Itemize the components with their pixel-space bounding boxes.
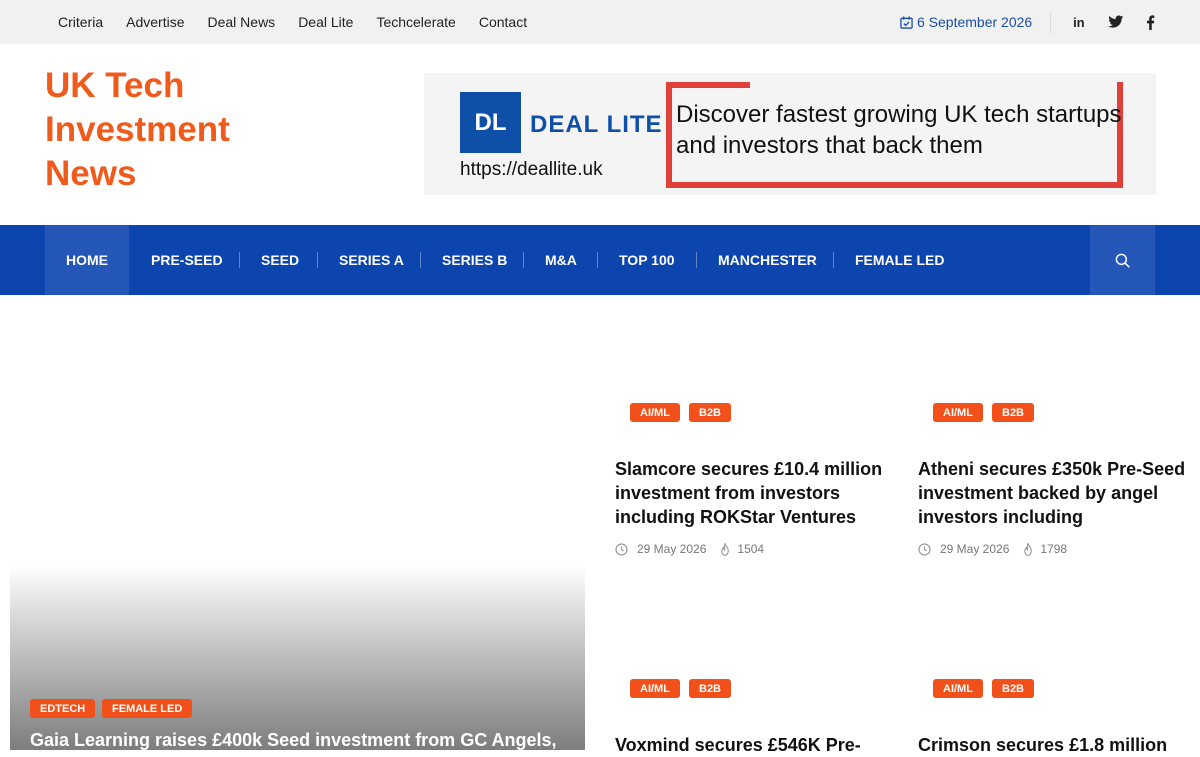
top-nav-advertise[interactable]: Advertise bbox=[126, 14, 184, 30]
top-nav: Criteria Advertise Deal News Deal Lite T… bbox=[58, 0, 550, 44]
nav-home[interactable]: HOME bbox=[45, 225, 129, 295]
linkedin-icon[interactable]: in bbox=[1070, 0, 1090, 44]
article-tag-ai-ml[interactable]: AI/ML bbox=[630, 679, 680, 698]
banner-frame-top bbox=[666, 82, 750, 88]
top-bar: Criteria Advertise Deal News Deal Lite T… bbox=[0, 0, 1200, 44]
main-nav: HOME PRE-SEED SEED SERIES A SERIES B M&A… bbox=[0, 225, 1200, 295]
nav-separator bbox=[597, 252, 598, 268]
featured-tag-female-led[interactable]: FEMALE LED bbox=[102, 699, 193, 718]
article-meta: 29 May 2026 1504 bbox=[615, 541, 764, 557]
featured-article-title[interactable]: Gaia Learning raises £400k Seed investme… bbox=[30, 730, 590, 751]
article-date: 29 May 2026 bbox=[637, 542, 707, 556]
article-tag-b2b[interactable]: B2B bbox=[689, 679, 732, 698]
nav-separator bbox=[317, 252, 318, 268]
flame-icon bbox=[721, 542, 730, 556]
current-date: 6 September 2026 bbox=[900, 0, 1032, 44]
nav-separator bbox=[696, 252, 697, 268]
clock-icon bbox=[918, 542, 931, 556]
banner-tagline: Discover fastest growing UK tech startup… bbox=[676, 101, 1122, 159]
flame-icon bbox=[1024, 542, 1033, 556]
article-tag-ai-ml[interactable]: AI/ML bbox=[933, 403, 983, 422]
nav-female-led[interactable]: FEMALE LED bbox=[855, 225, 944, 295]
featured-article-image[interactable] bbox=[10, 565, 585, 750]
calendar-icon bbox=[900, 15, 913, 29]
article-tag-ai-ml[interactable]: AI/ML bbox=[630, 403, 680, 422]
search-button[interactable] bbox=[1090, 225, 1155, 295]
article-date: 29 May 2026 bbox=[940, 542, 1010, 556]
nav-m-and-a[interactable]: M&A bbox=[545, 225, 577, 295]
deal-lite-url: https://deallite.uk bbox=[460, 159, 603, 180]
deal-lite-logo-name: DEAL LITE bbox=[530, 111, 663, 138]
top-nav-contact[interactable]: Contact bbox=[479, 14, 527, 30]
top-nav-deal-news[interactable]: Deal News bbox=[207, 14, 275, 30]
article-tag-ai-ml[interactable]: AI/ML bbox=[933, 679, 983, 698]
article-title[interactable]: Atheni secures £350k Pre-Seed investment… bbox=[918, 457, 1188, 529]
nav-separator bbox=[523, 252, 524, 268]
twitter-icon[interactable] bbox=[1106, 0, 1126, 44]
svg-text:in: in bbox=[1073, 16, 1085, 29]
date-text: 6 September 2026 bbox=[917, 14, 1033, 30]
article-tag-b2b[interactable]: B2B bbox=[689, 403, 732, 422]
article-title[interactable]: Slamcore secures £10.4 million investmen… bbox=[615, 457, 885, 529]
article-tag-b2b[interactable]: B2B bbox=[992, 679, 1035, 698]
article-views: 1504 bbox=[737, 542, 765, 556]
nav-pre-seed[interactable]: PRE-SEED bbox=[151, 225, 223, 295]
nav-top-100[interactable]: TOP 100 bbox=[619, 225, 675, 295]
nav-separator bbox=[420, 252, 421, 268]
search-icon bbox=[1115, 253, 1130, 268]
featured-tag-edtech[interactable]: EDTECH bbox=[30, 699, 96, 718]
nav-series-b[interactable]: SERIES B bbox=[442, 225, 507, 295]
top-divider bbox=[1050, 12, 1051, 34]
facebook-icon[interactable] bbox=[1140, 0, 1160, 44]
nav-separator bbox=[239, 252, 240, 268]
nav-manchester[interactable]: MANCHESTER bbox=[718, 225, 817, 295]
clock-icon bbox=[615, 542, 628, 556]
nav-seed[interactable]: SEED bbox=[261, 225, 299, 295]
site-logo[interactable]: UK Tech Investment News bbox=[45, 64, 305, 196]
article-title[interactable]: Voxmind secures £546K Pre- bbox=[615, 733, 885, 757]
nav-series-a[interactable]: SERIES A bbox=[339, 225, 404, 295]
deal-lite-logo-mark: DL bbox=[460, 92, 521, 153]
top-nav-criteria[interactable]: Criteria bbox=[58, 14, 103, 30]
article-title[interactable]: Crimson secures £1.8 million bbox=[918, 733, 1188, 757]
top-nav-techcelerate[interactable]: Techcelerate bbox=[376, 14, 455, 30]
nav-separator bbox=[833, 252, 834, 268]
article-views: 1798 bbox=[1040, 542, 1068, 556]
top-nav-deal-lite[interactable]: Deal Lite bbox=[298, 14, 353, 30]
deal-lite-banner[interactable]: DL DEAL LITE https://deallite.uk Discove… bbox=[424, 73, 1156, 195]
article-meta: 29 May 2026 1798 bbox=[918, 541, 1067, 557]
article-tag-b2b[interactable]: B2B bbox=[992, 403, 1035, 422]
